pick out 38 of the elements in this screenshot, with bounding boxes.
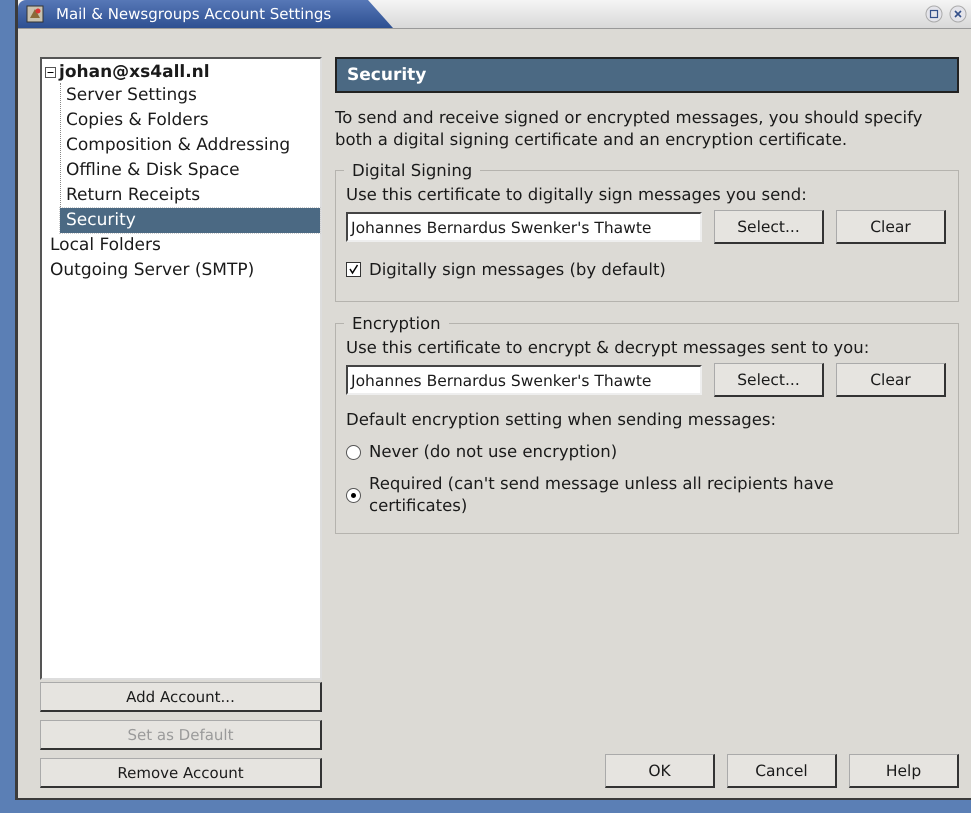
account-button[interactable]: Add Account...	[40, 682, 322, 712]
tree-item[interactable]: Server Settings	[60, 83, 320, 108]
certificate-field[interactable]: Johannes Bernardus Swenker's Thawte	[346, 212, 702, 242]
group-legend: Digital Signing	[344, 161, 480, 180]
radio-label[interactable]: Required (can't send message unless all recipients have certificates)	[369, 473, 909, 517]
tree-item[interactable]: Offline & Disk Space	[60, 158, 320, 183]
prompt-text: Use this certificate to encrypt & decrypt messages sent to you:	[346, 337, 870, 359]
select-button[interactable]: Select...	[714, 363, 824, 397]
prompt-text: Use this certificate to digitally sign messages you send:	[346, 184, 808, 206]
checkbox-label[interactable]: Digitally sign messages (by default)	[369, 260, 666, 279]
clear-button[interactable]: Clear	[836, 210, 946, 244]
collapse-icon[interactable]	[45, 66, 56, 78]
tree-item[interactable]: Outgoing Server (SMTP)	[42, 258, 320, 283]
maximize-icon[interactable]	[925, 5, 943, 23]
radio-button[interactable]	[346, 444, 361, 460]
page-header: Security	[335, 57, 959, 93]
tree-item[interactable]: Composition & Addressing	[60, 133, 320, 158]
checkbox[interactable]	[346, 262, 361, 277]
clear-button[interactable]: Clear	[836, 363, 946, 397]
select-button[interactable]: Select...	[714, 210, 824, 244]
app-icon	[26, 5, 44, 23]
group-legend: Encryption	[344, 314, 449, 333]
ok-button[interactable]: OK	[605, 754, 715, 788]
setting-label: Default encryption setting when sending messages:	[346, 409, 778, 431]
radio-button[interactable]	[346, 488, 361, 502]
tree-item[interactable]: Local Folders	[42, 233, 320, 258]
close-icon[interactable]	[949, 5, 967, 23]
tree-item[interactable]: Security	[60, 208, 320, 233]
account-button[interactable]: Remove Account	[40, 758, 322, 788]
help-button[interactable]: Help	[849, 754, 959, 788]
tree-item[interactable]: Copies & Folders	[60, 108, 320, 133]
tree-item[interactable]: Return Receipts	[60, 183, 320, 208]
certificate-field[interactable]: Johannes Bernardus Swenker's Thawte	[346, 365, 702, 395]
cancel-button[interactable]: Cancel	[727, 754, 837, 788]
intro-text: To send and receive signed or encrypted messages, you should specify both a digital signing certificate and an encryption certificate.	[335, 107, 924, 151]
window-title: Mail & Newsgroups Account Settings	[56, 5, 332, 23]
radio-label[interactable]: Never (do not use encryption)	[369, 441, 618, 463]
tree-item[interactable]: johan@xs4all.nl	[59, 61, 210, 83]
